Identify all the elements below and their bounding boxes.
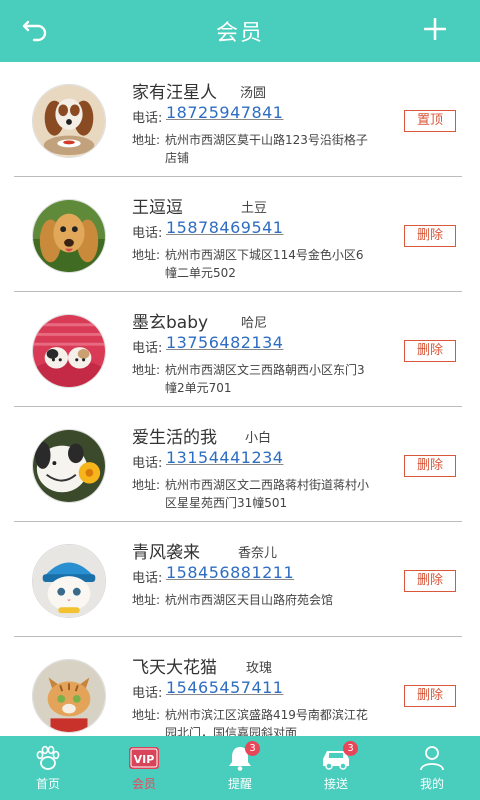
delete-button[interactable]: 删除: [404, 685, 456, 707]
member-phone-link[interactable]: 15878469541: [166, 218, 283, 237]
tabby-cat-avatar: [32, 659, 106, 733]
address-label: 地址:: [132, 593, 161, 607]
member-name: 王逗逗: [132, 198, 183, 218]
member-nickname: 香奈儿: [238, 546, 278, 561]
member-name: 墨玄baby: [132, 313, 209, 333]
member-nickname: 汤圆: [240, 86, 267, 101]
member-address: 杭州市西湖区下城区114号金色小区6幢二单元502: [165, 248, 364, 280]
member-phone-link[interactable]: 15465457411: [166, 678, 283, 697]
member-address: 杭州市西湖区莫干山路123号沿街格子店铺: [165, 133, 368, 165]
tab-label: 会员: [131, 777, 156, 791]
member-name: 家有汪星人: [132, 83, 217, 103]
bell-icon: 3: [226, 741, 260, 771]
member-nickname: 土豆: [241, 201, 268, 216]
tab-label: 提醒: [227, 777, 252, 791]
tab-me[interactable]: 我的: [384, 736, 480, 800]
address-label: 地址:: [132, 363, 161, 377]
member-address: 杭州市滨江区滨盛路419号南都滨江花园北门，国信嘉园斜对面: [165, 708, 368, 736]
phone-label: 电话:: [132, 571, 163, 586]
tab-reminder[interactable]: 3 提醒: [192, 736, 288, 800]
pin-top-button[interactable]: 置顶: [404, 110, 456, 132]
reminder-badge: 3: [245, 741, 260, 756]
delete-button[interactable]: 删除: [404, 225, 456, 247]
tab-home[interactable]: 首页: [0, 736, 96, 800]
person-icon: [418, 745, 446, 771]
kittens-avatar: [32, 314, 106, 388]
member-address: 杭州市西湖区文二西路蒋村街道蒋村小区星星苑西门31幢501: [165, 478, 370, 510]
page-title: 会员: [215, 21, 264, 46]
dog-with-flower-avatar: [32, 429, 106, 503]
phone-label: 电话:: [132, 111, 163, 126]
svg-text:VIP: VIP: [134, 753, 155, 766]
member-name: 青风袭来: [132, 543, 200, 563]
add-member-icon[interactable]: [423, 17, 447, 41]
bottom-tab-bar: 首页 VIP 会员 3 提醒 3 接送 我的: [0, 736, 480, 800]
member-nickname: 玫瑰: [246, 661, 273, 676]
member-nickname: 哈尼: [241, 316, 268, 331]
delete-button[interactable]: 删除: [404, 340, 456, 362]
member-name: 飞天大花猫: [132, 658, 217, 678]
phone-label: 电话:: [132, 341, 163, 356]
tab-pickup[interactable]: 3 接送: [288, 736, 384, 800]
member-address: 杭州市西湖区天目山路府苑会馆: [165, 593, 334, 607]
member-row[interactable]: 家有汪星人 汤圆 电话: 18725947841 地址: 杭州市西湖区莫干山路1…: [0, 62, 480, 177]
address-label: 地址:: [132, 708, 161, 722]
member-row[interactable]: 飞天大花猫 玫瑰 电话: 15465457411 地址: 杭州市滨江区滨盛路41…: [0, 637, 480, 736]
phone-label: 电话:: [132, 686, 163, 701]
member-address: 杭州市西湖区文三西路朝西小区东门3幢2单元701: [165, 363, 365, 395]
delete-button[interactable]: 删除: [404, 455, 456, 477]
tab-label: 首页: [35, 777, 60, 791]
cocker-spaniel-avatar: [32, 199, 106, 273]
tab-label: 我的: [419, 777, 444, 791]
pickup-badge: 3: [343, 741, 358, 756]
paw-icon: [34, 745, 62, 771]
address-label: 地址:: [132, 478, 161, 492]
delete-button[interactable]: 删除: [404, 570, 456, 592]
member-row[interactable]: 王逗逗 土豆 电话: 15878469541 地址: 杭州市西湖区下城区114号…: [0, 177, 480, 292]
member-list: 家有汪星人 汤圆 电话: 18725947841 地址: 杭州市西湖区莫干山路1…: [0, 62, 480, 736]
member-phone-link[interactable]: 13154441234: [166, 448, 283, 467]
tab-label: 接送: [323, 777, 348, 791]
address-label: 地址:: [132, 133, 161, 147]
tab-vip[interactable]: VIP 会员: [96, 736, 192, 800]
member-row[interactable]: 墨玄baby 哈尼 电话: 13756482134 地址: 杭州市西湖区文三西路…: [0, 292, 480, 407]
header-bar: 会员: [0, 0, 480, 62]
member-phone-link[interactable]: 18725947841: [166, 103, 283, 122]
member-phone-link[interactable]: 13756482134: [166, 333, 283, 352]
phone-label: 电话:: [132, 456, 163, 471]
member-row[interactable]: 青风袭来 香奈儿 电话: 158456881211 地址: 杭州市西湖区天目山路…: [0, 522, 480, 637]
car-icon: 3: [320, 741, 358, 771]
phone-label: 电话:: [132, 226, 163, 241]
member-phone-link[interactable]: 158456881211: [166, 563, 294, 582]
vip-icon: VIP: [128, 745, 160, 771]
member-row[interactable]: 爱生活的我 小白 电话: 13154441234 地址: 杭州市西湖区文二西路蒋…: [0, 407, 480, 522]
member-nickname: 小白: [245, 431, 272, 446]
address-label: 地址:: [132, 248, 161, 262]
cat-in-hat-avatar: [32, 544, 106, 618]
cavalier-dog-avatar: [32, 84, 106, 158]
member-name: 爱生活的我: [132, 428, 217, 448]
back-icon[interactable]: [22, 14, 52, 44]
